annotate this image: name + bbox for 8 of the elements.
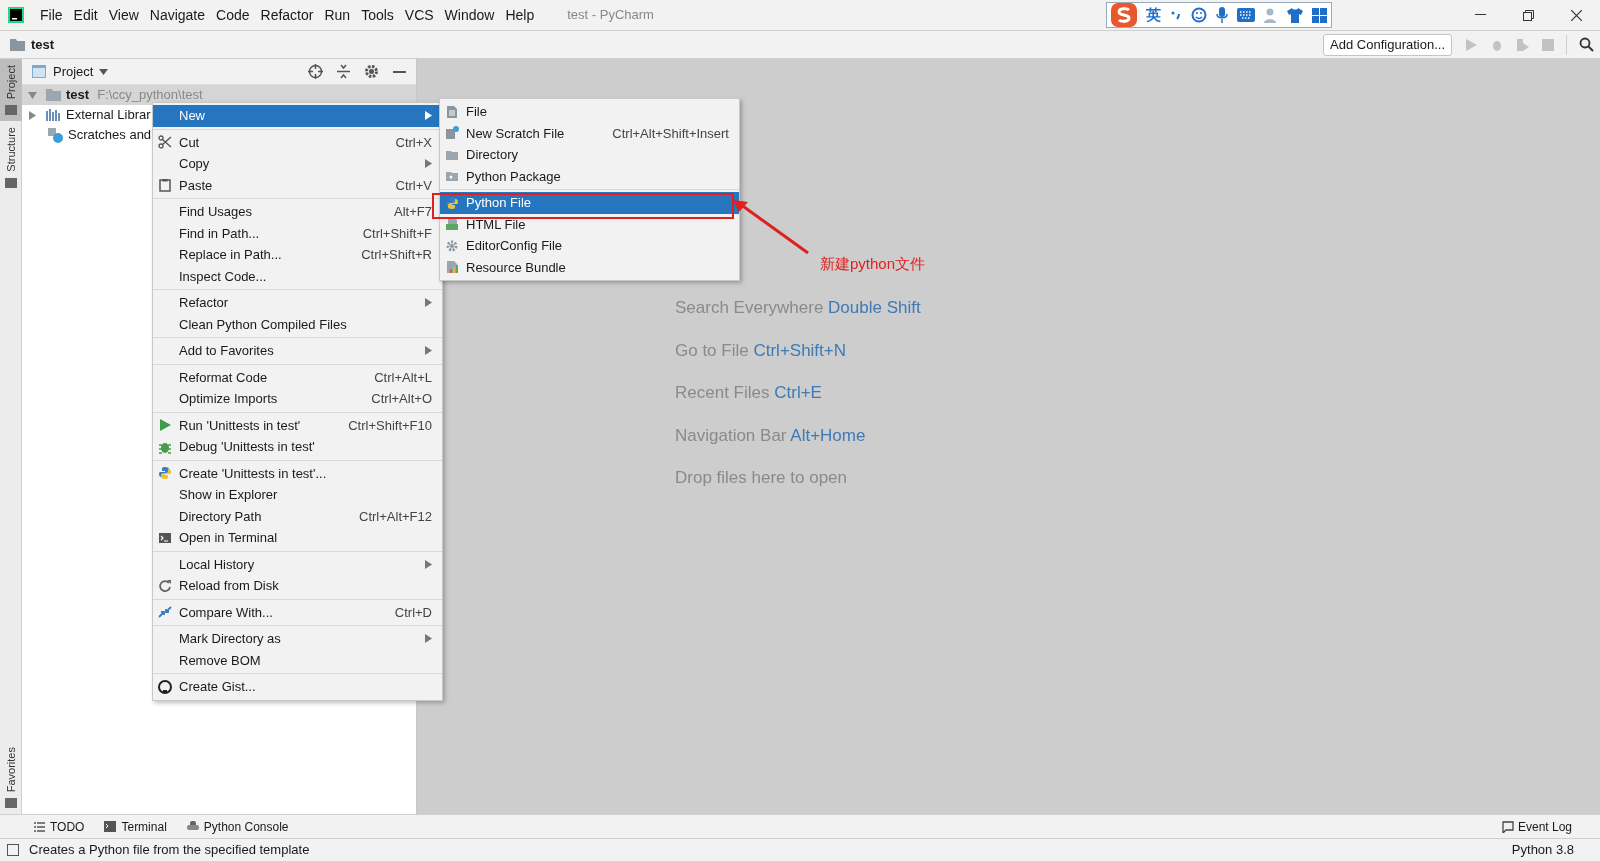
editor-hint: Navigation Bar Alt+Home bbox=[675, 424, 867, 447]
annotation-label: 新建python文件 bbox=[820, 254, 926, 274]
editor-hint: Recent Files Ctrl+E bbox=[675, 382, 823, 404]
editor-hint: Drop files here to open bbox=[675, 467, 848, 489]
editor-hint: Go to File Ctrl+Shift+N bbox=[675, 339, 848, 362]
window-title: test - PyCharm bbox=[567, 6, 654, 25]
editor-hint: Search Everywhere Double Shift bbox=[675, 297, 922, 319]
status-message: Creates a Python file from the specified template bbox=[29, 841, 310, 860]
